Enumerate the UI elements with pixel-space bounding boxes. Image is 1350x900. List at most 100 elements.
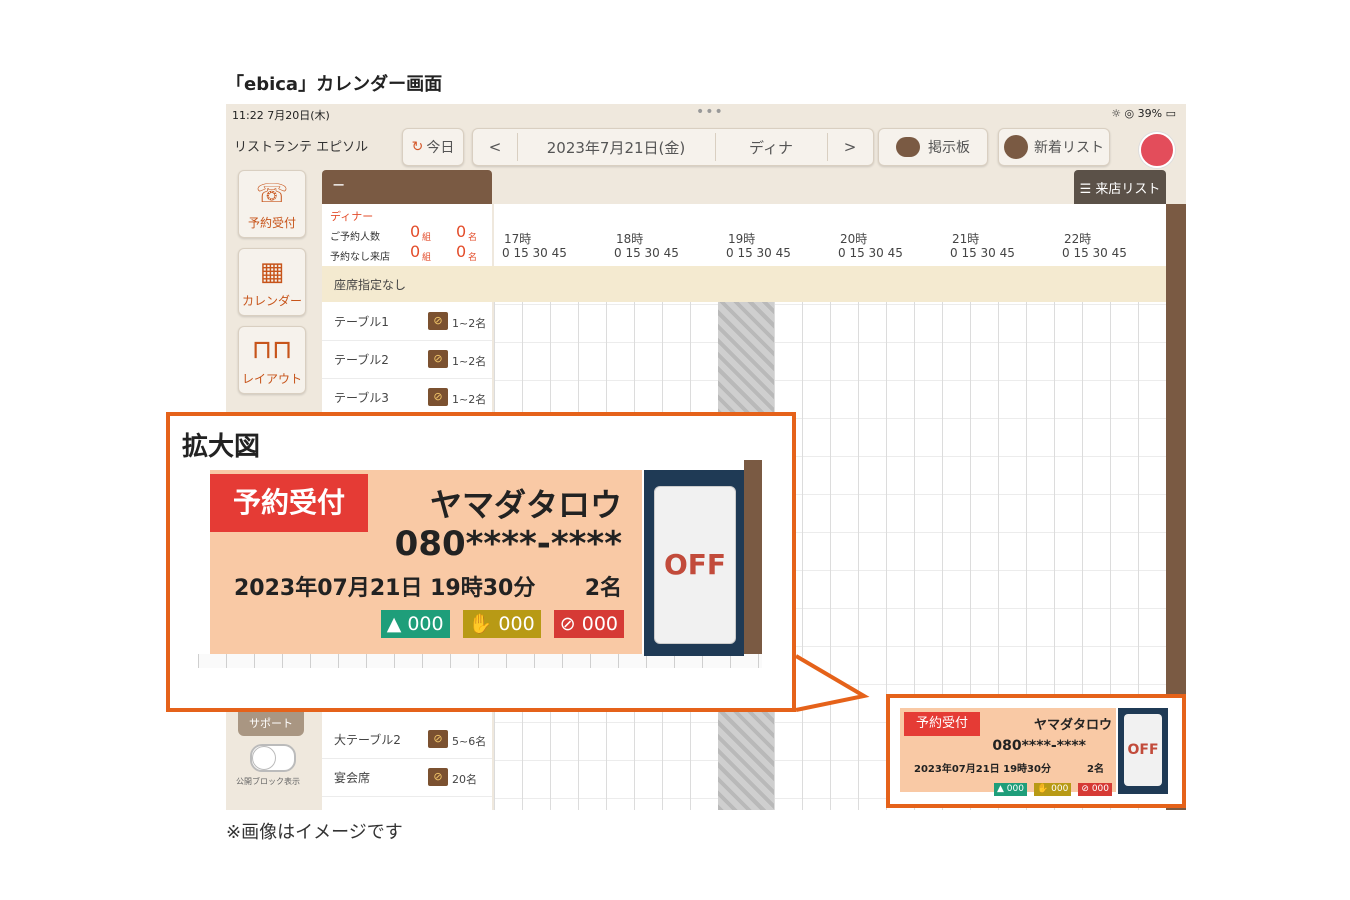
- panel-collapse-tab[interactable]: −: [322, 170, 492, 204]
- wave-hand-icon: ✋: [468, 613, 499, 635]
- seat-capacity: 1~2名: [452, 393, 487, 406]
- zoom-title: 拡大図: [182, 432, 261, 462]
- table-chairs-icon: ⊓⊓: [251, 335, 293, 365]
- avatar[interactable]: [1139, 132, 1175, 168]
- summary-walkin-label: 予約なし来店: [330, 252, 390, 263]
- noshow-count-chip: ⊘ 000: [1078, 783, 1112, 796]
- zoom-grid: [198, 654, 762, 668]
- walkin-groups: 0: [410, 242, 421, 261]
- public-block-toggle[interactable]: [250, 744, 296, 772]
- footprint-icon: ▲: [386, 613, 408, 635]
- person-unit: 名: [468, 233, 478, 243]
- walkin-people: 0: [456, 242, 467, 261]
- zoom-callout: 拡大図 予約受付 ヤマダタロウ 080****-**** 2023年07月21日…: [166, 412, 796, 712]
- prev-date-button[interactable]: <: [473, 129, 517, 165]
- minute-labels: 0 15 30 45: [950, 246, 1015, 260]
- zoom-off-button: OFF: [654, 486, 736, 644]
- zoom-notification-tag: 予約受付: [210, 474, 368, 532]
- seat-name: 大テーブル2: [334, 733, 401, 747]
- restaurant-name: リストランテ エピソル: [234, 140, 369, 155]
- nav-layout[interactable]: ⊓⊓ レイアウト: [238, 326, 306, 394]
- bulletin-button[interactable]: 掲示板: [878, 128, 988, 166]
- wave-hand-icon: ✋: [1037, 784, 1052, 794]
- bulletin-label: 掲示板: [928, 140, 970, 156]
- chevron-left-icon: <: [488, 138, 502, 156]
- no-smoking-icon: ⊘: [428, 312, 448, 330]
- zoom-reservation-datetime: 2023年07月21日 19時30分: [234, 576, 536, 601]
- zoom-party-size: 2名: [584, 576, 622, 601]
- timeline-header: 17時 0 15 30 45 18時 0 15 30 45 19時 0 15 3…: [494, 204, 1186, 266]
- seat-row[interactable]: テーブル2 ⊘ 1~2名: [322, 340, 492, 379]
- zoom-noshow-count-chip: ⊘ 000: [553, 610, 624, 638]
- customer-phone: 080****-****: [992, 738, 1086, 754]
- minus-icon: −: [332, 175, 346, 194]
- seat-row[interactable]: 大テーブル2 ⊘ 5~6名: [322, 720, 492, 759]
- no-smoking-icon: ⊘: [428, 388, 448, 406]
- minute-labels: 0 15 30 45: [726, 246, 791, 260]
- toggle-label: 公開ブロック表示: [236, 777, 300, 786]
- reservation-notification[interactable]: 予約受付 ヤマダタロウ 080****-**** 2023年07月21日 19時…: [886, 694, 1186, 808]
- next-date-button[interactable]: >: [827, 129, 873, 165]
- off-panel: OFF: [1118, 708, 1168, 794]
- new-list-button[interactable]: 新着リスト: [998, 128, 1110, 166]
- meal-period[interactable]: ディナ: [715, 129, 827, 165]
- current-date[interactable]: 2023年7月21日(金): [517, 129, 715, 165]
- today-label: 今日: [426, 140, 455, 156]
- nav-reservation[interactable]: ☏ 予約受付: [238, 170, 306, 238]
- notification-card[interactable]: 予約受付 ヤマダタロウ 080****-**** 2023年07月21日 19時…: [900, 708, 1116, 796]
- date-selector: < 2023年7月21日(金) ディナ >: [472, 128, 874, 166]
- seat-row[interactable]: テーブル1 ⊘ 1~2名: [322, 302, 492, 341]
- hour-label: 22時: [1064, 232, 1092, 246]
- multitask-dots[interactable]: •••: [696, 104, 724, 120]
- customer-name: ヤマダタロウ: [1033, 718, 1112, 733]
- refresh-icon: ↻: [411, 139, 424, 155]
- meal-title: ディナー: [330, 210, 374, 223]
- party-size: 2名: [1087, 764, 1104, 775]
- visit-list-button[interactable]: ☰ 来店リスト: [1074, 170, 1166, 204]
- zoom-cancel-count-chip: ✋ 000: [462, 610, 541, 638]
- hour-label: 19時: [728, 232, 756, 246]
- prohibited-icon: ⊘: [559, 613, 582, 635]
- seat-name: テーブル3: [334, 391, 389, 405]
- caption-note: ※画像はイメージです: [226, 822, 403, 843]
- summary-reserved-label: ご予約人数: [330, 232, 380, 243]
- zoom-visit-count-chip: ▲ 000: [380, 610, 450, 638]
- reserved-groups: 0: [410, 222, 421, 241]
- zoom-off-panel: OFF: [644, 470, 744, 656]
- seat-capacity: 1~2名: [452, 317, 487, 330]
- zoom-cancel-count: 000: [498, 613, 535, 635]
- cancel-count: 000: [1051, 784, 1069, 794]
- nav-reservation-label: 予約受付: [247, 216, 296, 230]
- support-button[interactable]: サポート: [238, 712, 304, 736]
- seat-capacity: 1~2名: [452, 355, 487, 368]
- caption-title: 「ebica」カレンダー画面: [226, 74, 443, 95]
- top-toolbar: リストランテ エピソル ↻ 今日 < 2023年7月21日(金) ディナ > 掲…: [226, 124, 1186, 174]
- zoom-customer-name: ヤマダタロウ: [429, 486, 622, 524]
- toggle-knob: [252, 746, 276, 770]
- new-badge-icon: [1004, 135, 1028, 159]
- nav-layout-label: レイアウト: [241, 372, 302, 386]
- minute-labels: 0 15 30 45: [502, 246, 567, 260]
- seat-capacity: 5~6名: [452, 735, 487, 748]
- zoom-visit-count: 000: [407, 613, 444, 635]
- prohibited-icon: ⊘: [1081, 784, 1092, 794]
- reservation-datetime: 2023年07月21日 19時30分: [914, 764, 1051, 775]
- new-list-label: 新着リスト: [1034, 140, 1104, 156]
- hour-label: 20時: [840, 232, 868, 246]
- chevron-right-icon: >: [843, 138, 857, 156]
- status-indicators: ☼ ◎ 39% ▭: [1111, 107, 1176, 120]
- visit-count: 000: [1006, 784, 1024, 794]
- seat-name: 宴会席: [334, 771, 371, 785]
- nav-calendar[interactable]: ▦ カレンダー: [238, 248, 306, 316]
- group-unit: 組: [422, 253, 432, 263]
- minute-labels: 0 15 30 45: [838, 246, 903, 260]
- no-smoking-icon: ⊘: [428, 768, 448, 786]
- phone-icon: ☏: [255, 179, 289, 209]
- off-button[interactable]: OFF: [1124, 714, 1162, 786]
- status-chips: ▲ 000 ✋ 000 ⊘ 000: [992, 776, 1112, 796]
- visit-count-chip: ▲ 000: [993, 783, 1027, 796]
- today-button[interactable]: ↻ 今日: [402, 128, 464, 166]
- footprint-icon: ▲: [996, 784, 1007, 794]
- seatless-row[interactable]: 座席指定なし: [322, 266, 1186, 302]
- seat-row[interactable]: 宴会席 ⊘ 20名: [322, 758, 492, 797]
